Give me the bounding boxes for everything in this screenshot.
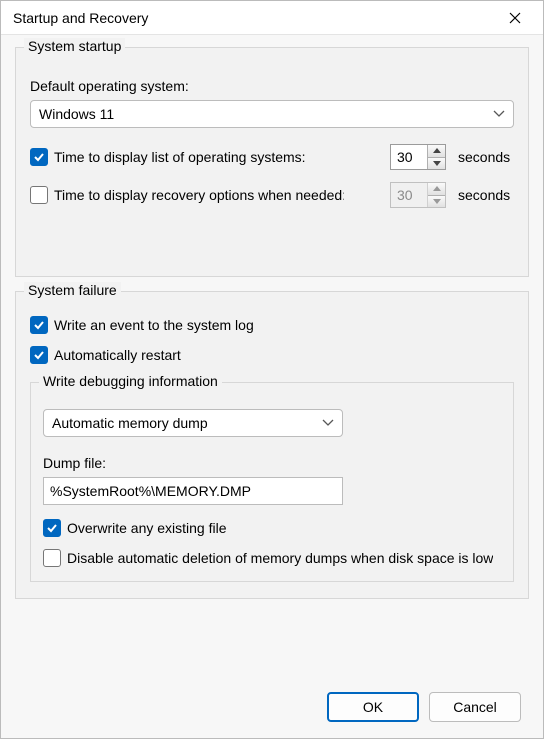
disable-auto-delete-label: Disable automatic deletion of memory dum… — [67, 550, 493, 566]
display-recovery-label: Time to display recovery options when ne… — [54, 187, 344, 203]
disable-auto-delete-checkbox[interactable] — [43, 549, 61, 567]
cancel-label: Cancel — [453, 699, 497, 715]
default-os-label: Default operating system: — [30, 78, 514, 94]
close-button[interactable] — [495, 1, 535, 35]
check-icon — [46, 522, 58, 534]
auto-restart-row: Automatically restart — [30, 346, 514, 364]
dump-file-label: Dump file: — [43, 455, 501, 471]
titlebar: Startup and Recovery — [1, 1, 543, 35]
window-title: Startup and Recovery — [13, 10, 495, 26]
system-startup-title: System startup — [24, 38, 125, 54]
write-event-row: Write an event to the system log — [30, 316, 514, 334]
display-os-list-row: Time to display list of operating system… — [30, 144, 514, 170]
display-recovery-checkbox[interactable] — [30, 186, 48, 204]
spinner-down-icon — [428, 196, 445, 208]
cancel-button[interactable]: Cancel — [429, 692, 521, 722]
display-recovery-unit: seconds — [458, 187, 514, 203]
dialog-content: System startup Default operating system:… — [1, 35, 543, 599]
debug-info-title: Write debugging information — [39, 373, 222, 389]
display-os-list-checkbox[interactable] — [30, 148, 48, 166]
spinner-up-icon[interactable] — [428, 145, 445, 158]
spinner-buttons[interactable] — [427, 145, 445, 169]
button-bar: OK Cancel — [327, 692, 521, 722]
system-startup-group: System startup Default operating system:… — [15, 47, 529, 277]
display-recovery-row: Time to display recovery options when ne… — [30, 182, 514, 208]
spinner-up-icon — [428, 183, 445, 196]
chevron-down-icon — [322, 419, 334, 427]
check-icon — [33, 151, 45, 163]
dump-file-value: %SystemRoot%\MEMORY.DMP — [50, 483, 251, 499]
close-icon — [509, 12, 521, 24]
display-recovery-value: 30 — [391, 183, 427, 207]
display-os-list-value: 30 — [391, 145, 427, 169]
default-os-select[interactable]: Windows 11 — [30, 100, 514, 128]
overwrite-checkbox[interactable] — [43, 519, 61, 537]
display-os-list-spinner[interactable]: 30 — [390, 144, 446, 170]
ok-button[interactable]: OK — [327, 692, 419, 722]
write-event-checkbox[interactable] — [30, 316, 48, 334]
system-failure-title: System failure — [24, 282, 121, 298]
overwrite-label: Overwrite any existing file — [67, 520, 227, 536]
debug-info-group: Write debugging information Automatic me… — [30, 382, 514, 582]
dump-type-select[interactable]: Automatic memory dump — [43, 409, 343, 437]
check-icon — [33, 319, 45, 331]
disable-auto-delete-row: Disable automatic deletion of memory dum… — [43, 549, 501, 567]
system-failure-group: System failure Write an event to the sys… — [15, 291, 529, 599]
display-recovery-spinner: 30 — [390, 182, 446, 208]
spinner-buttons-disabled — [427, 183, 445, 207]
display-os-list-label: Time to display list of operating system… — [54, 149, 306, 165]
auto-restart-checkbox[interactable] — [30, 346, 48, 364]
dump-file-input[interactable]: %SystemRoot%\MEMORY.DMP — [43, 477, 343, 505]
display-os-list-unit: seconds — [458, 149, 514, 165]
chevron-down-icon — [493, 110, 505, 118]
write-event-label: Write an event to the system log — [54, 317, 254, 333]
dump-type-value: Automatic memory dump — [52, 415, 208, 431]
spinner-down-icon[interactable] — [428, 158, 445, 170]
ok-label: OK — [363, 699, 383, 715]
overwrite-row: Overwrite any existing file — [43, 519, 501, 537]
check-icon — [33, 349, 45, 361]
default-os-value: Windows 11 — [39, 106, 114, 122]
auto-restart-label: Automatically restart — [54, 347, 181, 363]
